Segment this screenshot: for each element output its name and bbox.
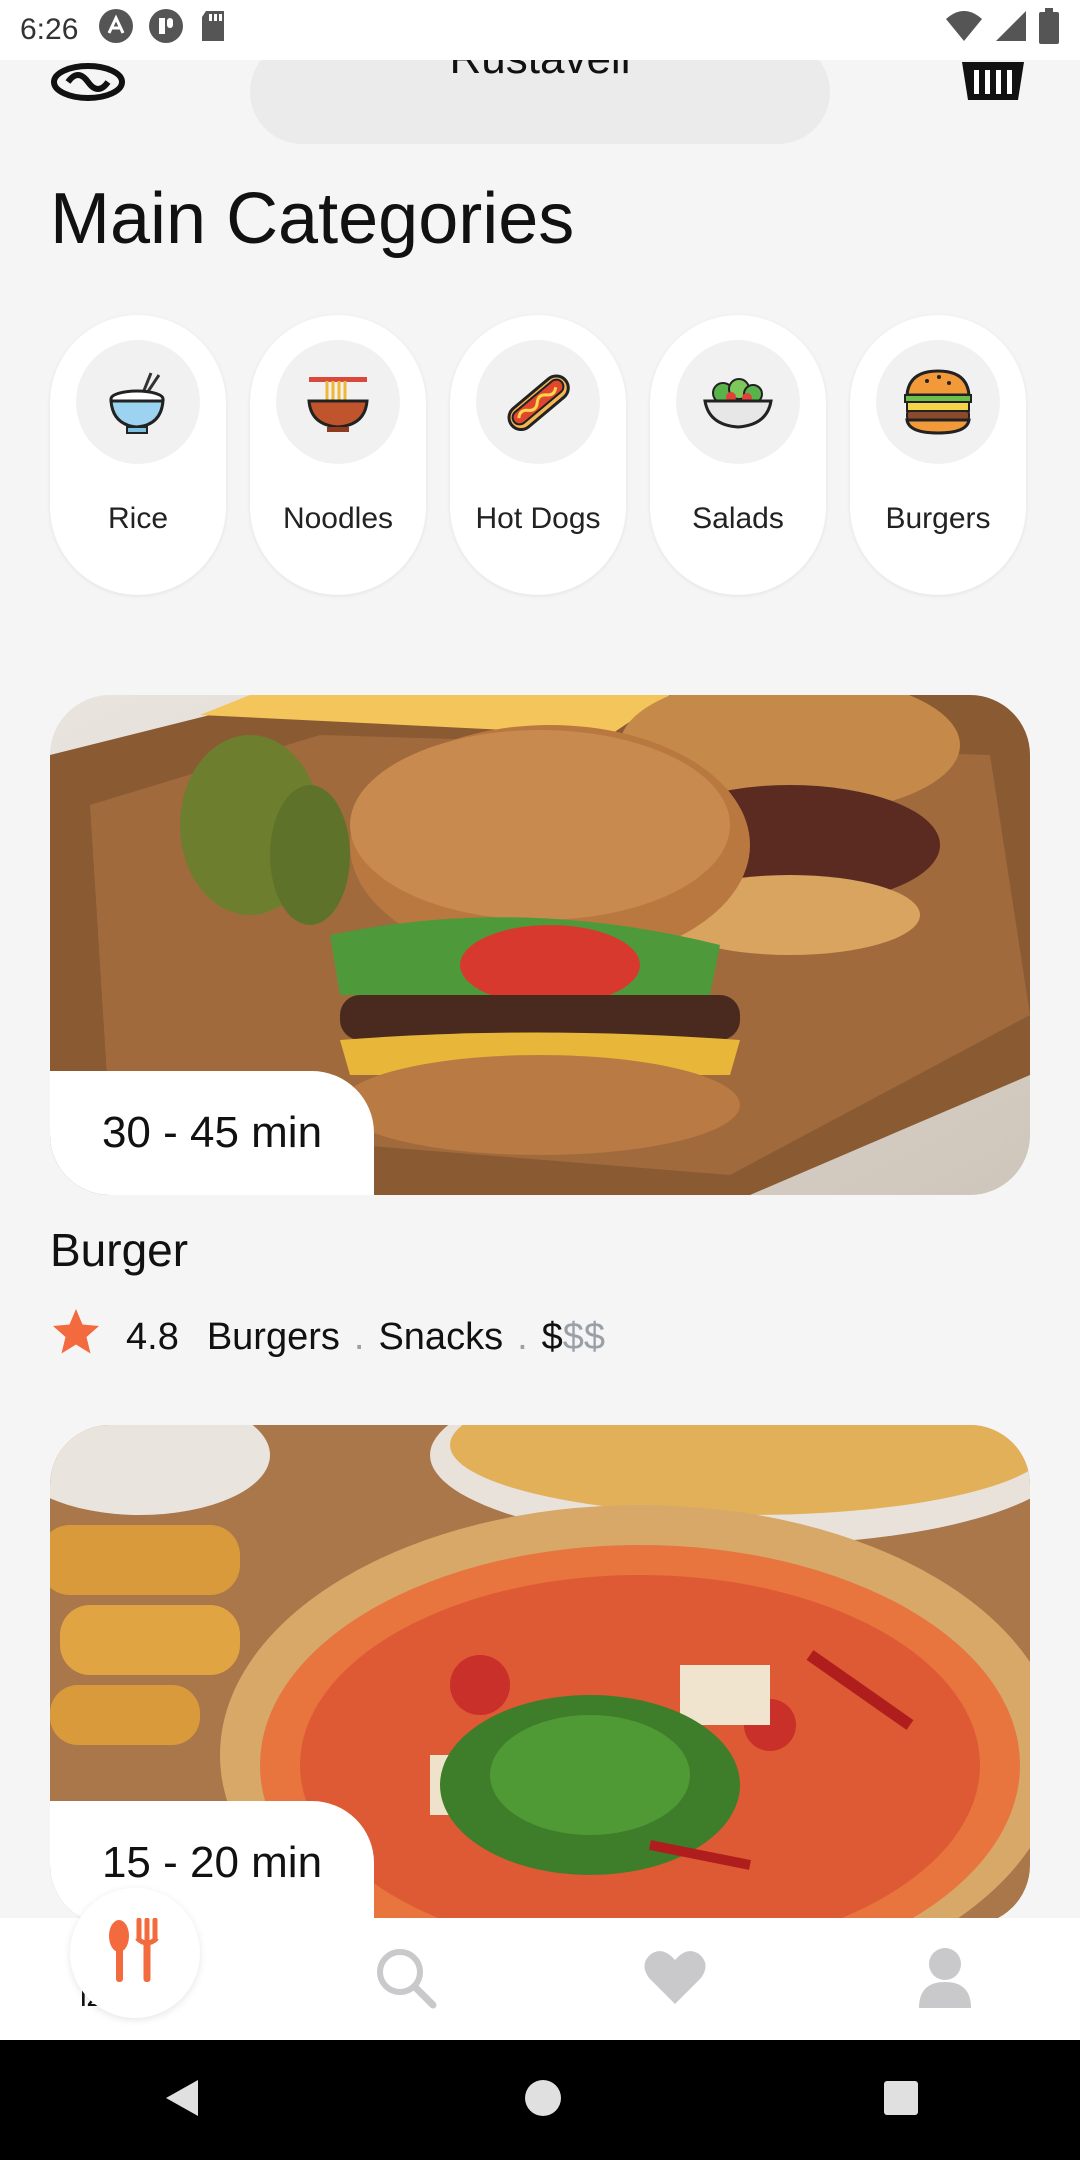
salad-icon (676, 340, 800, 464)
app-header: Rustaveli (0, 40, 1080, 144)
category-noodles[interactable]: Noodles (250, 315, 426, 595)
separator-dot: . (517, 1315, 528, 1358)
nav-search[interactable] (345, 1918, 465, 2040)
category-label: Burgers (885, 502, 991, 535)
back-icon[interactable] (160, 2076, 204, 2125)
rice-bowl-icon (76, 340, 200, 464)
signal-icon (994, 9, 1028, 51)
home-icon[interactable] (523, 2078, 563, 2123)
category-salads[interactable]: Salads (650, 315, 826, 595)
restaurant-photo-pizza: 15 - 20 min (50, 1425, 1030, 1925)
restaurant-card[interactable]: 15 - 20 min (50, 1425, 1030, 1925)
tag-burgers: Burgers (206, 1315, 340, 1358)
delivery-time-badge: 30 - 45 min (50, 1071, 374, 1195)
tag-snacks: Snacks (378, 1315, 504, 1358)
separator-dot: . (353, 1315, 365, 1358)
nav-profile[interactable] (885, 1918, 1005, 2040)
burger-icon (876, 340, 1000, 464)
hot-dog-icon (476, 340, 600, 464)
page-title: Main Categories (50, 179, 575, 259)
logo-icon[interactable] (50, 60, 126, 109)
star-icon (50, 1307, 102, 1367)
fork-knife-icon (107, 1917, 163, 1989)
heart-icon (643, 1948, 707, 2011)
category-label: Rice (107, 502, 168, 535)
rating-value: 4.8 (126, 1315, 179, 1358)
nav-home[interactable] (70, 1888, 200, 2018)
profile-icon (917, 1946, 973, 2013)
app-notification-icon (148, 8, 184, 52)
battery-icon (1038, 8, 1060, 52)
category-rice[interactable]: Rice (50, 315, 226, 595)
sd-card-icon (198, 9, 228, 51)
nav-favorites[interactable] (615, 1918, 735, 2040)
category-burgers[interactable]: Burgers (850, 315, 1026, 595)
noodles-icon (276, 340, 400, 464)
restaurant-card[interactable]: 30 - 45 min Burger 4.8 Burgers . Snacks … (50, 695, 1030, 1358)
price-level-inactive: $$ (562, 1315, 606, 1358)
search-icon (373, 1945, 437, 2014)
restaurant-meta: 4.8 Burgers . Snacks . $ $$ (50, 1307, 605, 1367)
android-a-icon (98, 8, 134, 52)
category-label: Salads (692, 502, 784, 535)
bottom-navigation: izza (0, 1888, 1080, 2040)
restaurant-photo-burger: 30 - 45 min (50, 695, 1030, 1195)
wifi-icon (944, 9, 984, 51)
status-time: 6:26 (20, 13, 79, 46)
recents-icon[interactable] (882, 2079, 920, 2122)
category-list: Rice Noodles Hot Dogs Salads Burgers (50, 315, 1026, 595)
status-bar: 6:26 (0, 0, 1080, 60)
restaurant-name: Burger (50, 1224, 189, 1276)
system-navigation-bar (0, 2040, 1080, 2160)
category-label: Hot Dogs (475, 502, 601, 535)
price-level-active: $ (541, 1315, 563, 1358)
category-label: Noodles (282, 502, 394, 535)
category-hot-dogs[interactable]: Hot Dogs (450, 315, 626, 595)
cart-icon[interactable] (958, 58, 1028, 107)
